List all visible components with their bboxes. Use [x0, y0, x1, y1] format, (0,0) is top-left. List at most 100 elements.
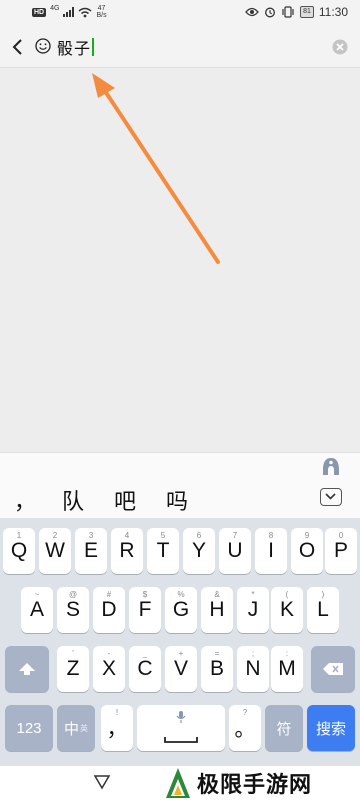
text-cursor — [92, 38, 94, 56]
key-k[interactable]: (K — [271, 587, 303, 633]
key-i[interactable]: 8I — [255, 528, 287, 574]
key-sub: 1 — [16, 531, 22, 540]
key-label: L — [317, 598, 329, 621]
key-h[interactable]: & H — [201, 587, 233, 633]
key-v[interactable]: + V — [165, 646, 197, 692]
search-button[interactable]: 搜索 — [307, 705, 355, 751]
battery-icon: 81 — [300, 6, 314, 18]
key-f[interactable]: $ F — [129, 587, 161, 633]
status-bar: HD 4G 47 B/s 81 11:30 — [0, 0, 360, 26]
search-button-label: 搜索 — [315, 720, 346, 738]
key-label: N — [245, 657, 261, 680]
key-a[interactable]: ~ A — [21, 587, 53, 633]
key-sub: 3 — [88, 531, 94, 540]
key-c[interactable]: _ C — [129, 646, 161, 692]
wifi-icon — [78, 7, 92, 17]
key-t[interactable]: 5T — [147, 528, 179, 574]
key-sub: % — [177, 590, 185, 599]
key-label: X — [101, 657, 116, 680]
numbers-key[interactable]: 123 — [5, 705, 53, 751]
key-r[interactable]: 4R — [111, 528, 143, 574]
network-type: 4G — [50, 4, 60, 12]
clock: 11:30 — [318, 5, 348, 19]
lang-label: 中 — [63, 720, 79, 738]
chevron-down-icon — [325, 493, 336, 500]
key-label: Y — [191, 539, 206, 562]
key-sub: @ — [68, 590, 78, 599]
key-sub: ) — [321, 590, 325, 599]
shift-icon — [19, 663, 35, 675]
key-sub: * — [251, 590, 255, 599]
key-label: J — [247, 598, 259, 621]
key-label: H — [209, 598, 225, 621]
key-e[interactable]: 3E — [75, 528, 107, 574]
key-label: K — [279, 598, 294, 621]
key-label: P — [333, 539, 348, 562]
key-sub: 7 — [232, 531, 238, 540]
key-label: M — [278, 657, 296, 680]
alarm-icon — [265, 7, 276, 18]
key-j[interactable]: * J — [237, 587, 269, 633]
search-query: 骰子 — [57, 41, 92, 58]
comma-key[interactable]: !， — [101, 705, 133, 751]
space-icon — [164, 737, 198, 743]
results-area — [0, 68, 360, 452]
key-label: S — [65, 598, 80, 621]
space-key[interactable] — [137, 705, 225, 751]
key-o[interactable]: 9O — [291, 528, 323, 574]
key-label: V — [173, 657, 188, 680]
key-label: Z — [66, 657, 80, 680]
key-label: A — [29, 598, 44, 621]
key-label: T — [156, 539, 170, 562]
emoji-icon[interactable] — [35, 38, 51, 54]
key-x[interactable]: -X — [93, 646, 125, 692]
search-input[interactable]: 骰子 — [57, 35, 94, 59]
candidate-item[interactable]: 吧 — [114, 484, 136, 516]
key-sub: ( — [285, 590, 289, 599]
key-n[interactable]: ; N — [237, 646, 269, 692]
key-z[interactable]: ' Z — [57, 646, 89, 692]
symbols-key[interactable]: 符 — [265, 705, 303, 751]
key-g[interactable]: % G — [165, 587, 197, 633]
key-p[interactable]: 0P — [325, 528, 357, 574]
key-l[interactable]: ) L — [307, 587, 339, 633]
key-m[interactable]: :M — [271, 646, 303, 692]
signal-icon — [63, 7, 75, 17]
key-label: R — [119, 539, 135, 562]
candidate-item[interactable]: ， — [14, 484, 36, 516]
key-w[interactable]: 2W — [39, 528, 71, 574]
candidate-item[interactable]: 吗 — [166, 484, 188, 516]
key-y[interactable]: 6Y — [183, 528, 215, 574]
shift-key[interactable] — [5, 646, 49, 692]
key-s[interactable]: @ S — [57, 587, 89, 633]
candidate-bar: ， 队 吧 吗 — [0, 480, 360, 518]
key-sub: 9 — [304, 531, 310, 540]
clear-icon[interactable] — [332, 39, 348, 55]
back-icon[interactable] — [8, 35, 28, 59]
status-left: HD 4G 47 B/s — [32, 5, 107, 19]
candidate-item[interactable]: 队 — [62, 484, 84, 516]
backspace-key[interactable] — [311, 646, 355, 692]
key-q[interactable]: 1Q — [3, 528, 35, 574]
numbers-key-label: 123 — [16, 719, 42, 737]
net-speed: 47 B/s — [96, 5, 106, 19]
expand-candidates-button[interactable] — [320, 488, 342, 506]
key-sub: ; — [251, 649, 255, 658]
language-switch-key[interactable]: 中英 — [57, 705, 95, 751]
period-key[interactable]: ?。 — [229, 705, 261, 751]
watermark-text: 极限手游网 — [197, 772, 313, 797]
key-b[interactable]: = B — [201, 646, 233, 692]
key-label: F — [138, 598, 152, 621]
key-sub: $ — [142, 590, 148, 599]
key-label: 。 — [234, 718, 256, 741]
ime-logo-icon[interactable] — [320, 456, 342, 478]
nav-back-icon[interactable] — [92, 772, 112, 792]
lang-sub-label: 英 — [80, 723, 88, 733]
key-sub: : — [285, 649, 289, 658]
key-sub: & — [214, 590, 220, 599]
key-d[interactable]: # D — [93, 587, 125, 633]
key-sub: 5 — [160, 531, 166, 540]
key-label: ， — [106, 718, 128, 741]
key-u[interactable]: 7U — [219, 528, 251, 574]
status-right: 81 11:30 — [245, 5, 348, 19]
